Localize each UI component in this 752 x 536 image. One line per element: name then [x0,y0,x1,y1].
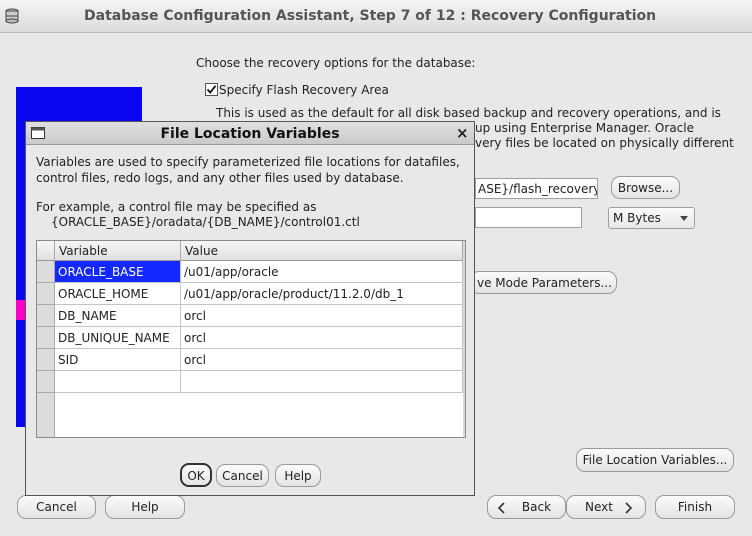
dialog-title: File Location Variables [160,126,340,142]
table-cell-variable[interactable]: DB_NAME [55,305,181,327]
row-header[interactable] [37,305,55,327]
dialog-text-line-3: For example, a control file may be speci… [36,200,317,214]
table-cell-value[interactable]: /u01/app/oracle [181,261,463,283]
description-line-2: up using Enterprise Manager. Oracle [475,121,694,135]
table-scrollbar[interactable] [463,241,465,437]
flash-recovery-size-field[interactable] [475,207,582,228]
dialog-cancel-button[interactable]: Cancel [216,464,269,487]
table-cell-variable[interactable]: ORACLE_BASE [55,261,181,283]
close-icon[interactable]: × [456,124,469,142]
finish-button[interactable]: Finish [655,495,735,519]
cancel-button[interactable]: Cancel [17,495,96,519]
row-header[interactable] [37,349,55,371]
table-cell-variable[interactable] [55,371,181,393]
back-button[interactable]: Back [487,495,566,519]
dialog-text-line-1: Variables are used to specify parameteri… [36,155,460,169]
flash-recovery-label[interactable]: Specify Flash Recovery Area [219,83,389,97]
help-button[interactable]: Help [105,495,185,519]
table-cell-value[interactable]: orcl [181,327,463,349]
row-header[interactable] [37,261,55,283]
archive-mode-parameters-button[interactable]: ve Mode Parameters... [470,271,617,294]
title-bar: Database Configuration Assistant, Step 7… [0,0,752,33]
flash-recovery-checkbox[interactable] [205,83,218,96]
description-line-3: very files be located on physically diff… [475,136,734,150]
row-header[interactable] [37,283,55,305]
intro-text: Choose the recovery options for the data… [196,56,476,70]
check-icon [206,85,217,94]
row-header[interactable] [37,327,55,349]
table-corner [37,241,55,261]
file-location-variables-button[interactable]: File Location Variables... [576,448,734,472]
variables-table: Variable Value ORACLE_BASE /u01/app/orac… [36,240,466,438]
column-header-value[interactable]: Value [181,241,463,261]
file-location-variables-dialog: File Location Variables × Variables are … [25,121,475,496]
back-label: Back [521,500,552,514]
next-label: Next [585,500,613,514]
column-header-variable[interactable]: Variable [55,241,181,261]
table-cell-value[interactable]: orcl [181,305,463,327]
size-unit-value: M Bytes [613,211,661,225]
browse-button[interactable]: Browse... [611,176,680,199]
table-cell-value[interactable]: /u01/app/oracle/product/11.2.0/db_1 [181,283,463,305]
chevron-right-icon [625,502,633,514]
size-unit-select[interactable]: M Bytes [608,207,695,229]
dialog-title-bar: File Location Variables × [26,122,474,145]
table-cell-value[interactable]: orcl [181,349,463,371]
table-cell-variable[interactable]: ORACLE_HOME [55,283,181,305]
window-title: Database Configuration Assistant, Step 7… [84,8,657,24]
row-header[interactable] [37,371,55,393]
table-cell-variable[interactable]: SID [55,349,181,371]
dialog-text-line-2: control files, redo logs, and any other … [36,171,404,185]
app-icon [5,8,19,24]
chevron-down-icon [680,216,688,221]
ok-button[interactable]: OK [180,463,212,487]
dialog-help-button[interactable]: Help [275,464,321,487]
table-cell-variable[interactable]: DB_UNIQUE_NAME [55,327,181,349]
chevron-left-icon [497,502,505,514]
row-header-filler [37,393,55,437]
description-line-1: This is used as the default for all disk… [216,106,721,120]
dialog-text-line-4: {ORACLE_BASE}/oradata/{DB_NAME}/control0… [51,215,360,229]
table-cell-value[interactable] [181,371,463,393]
next-button[interactable]: Next [566,495,646,519]
flash-recovery-location-field[interactable]: ASE}/flash_recovery_ [475,178,598,199]
